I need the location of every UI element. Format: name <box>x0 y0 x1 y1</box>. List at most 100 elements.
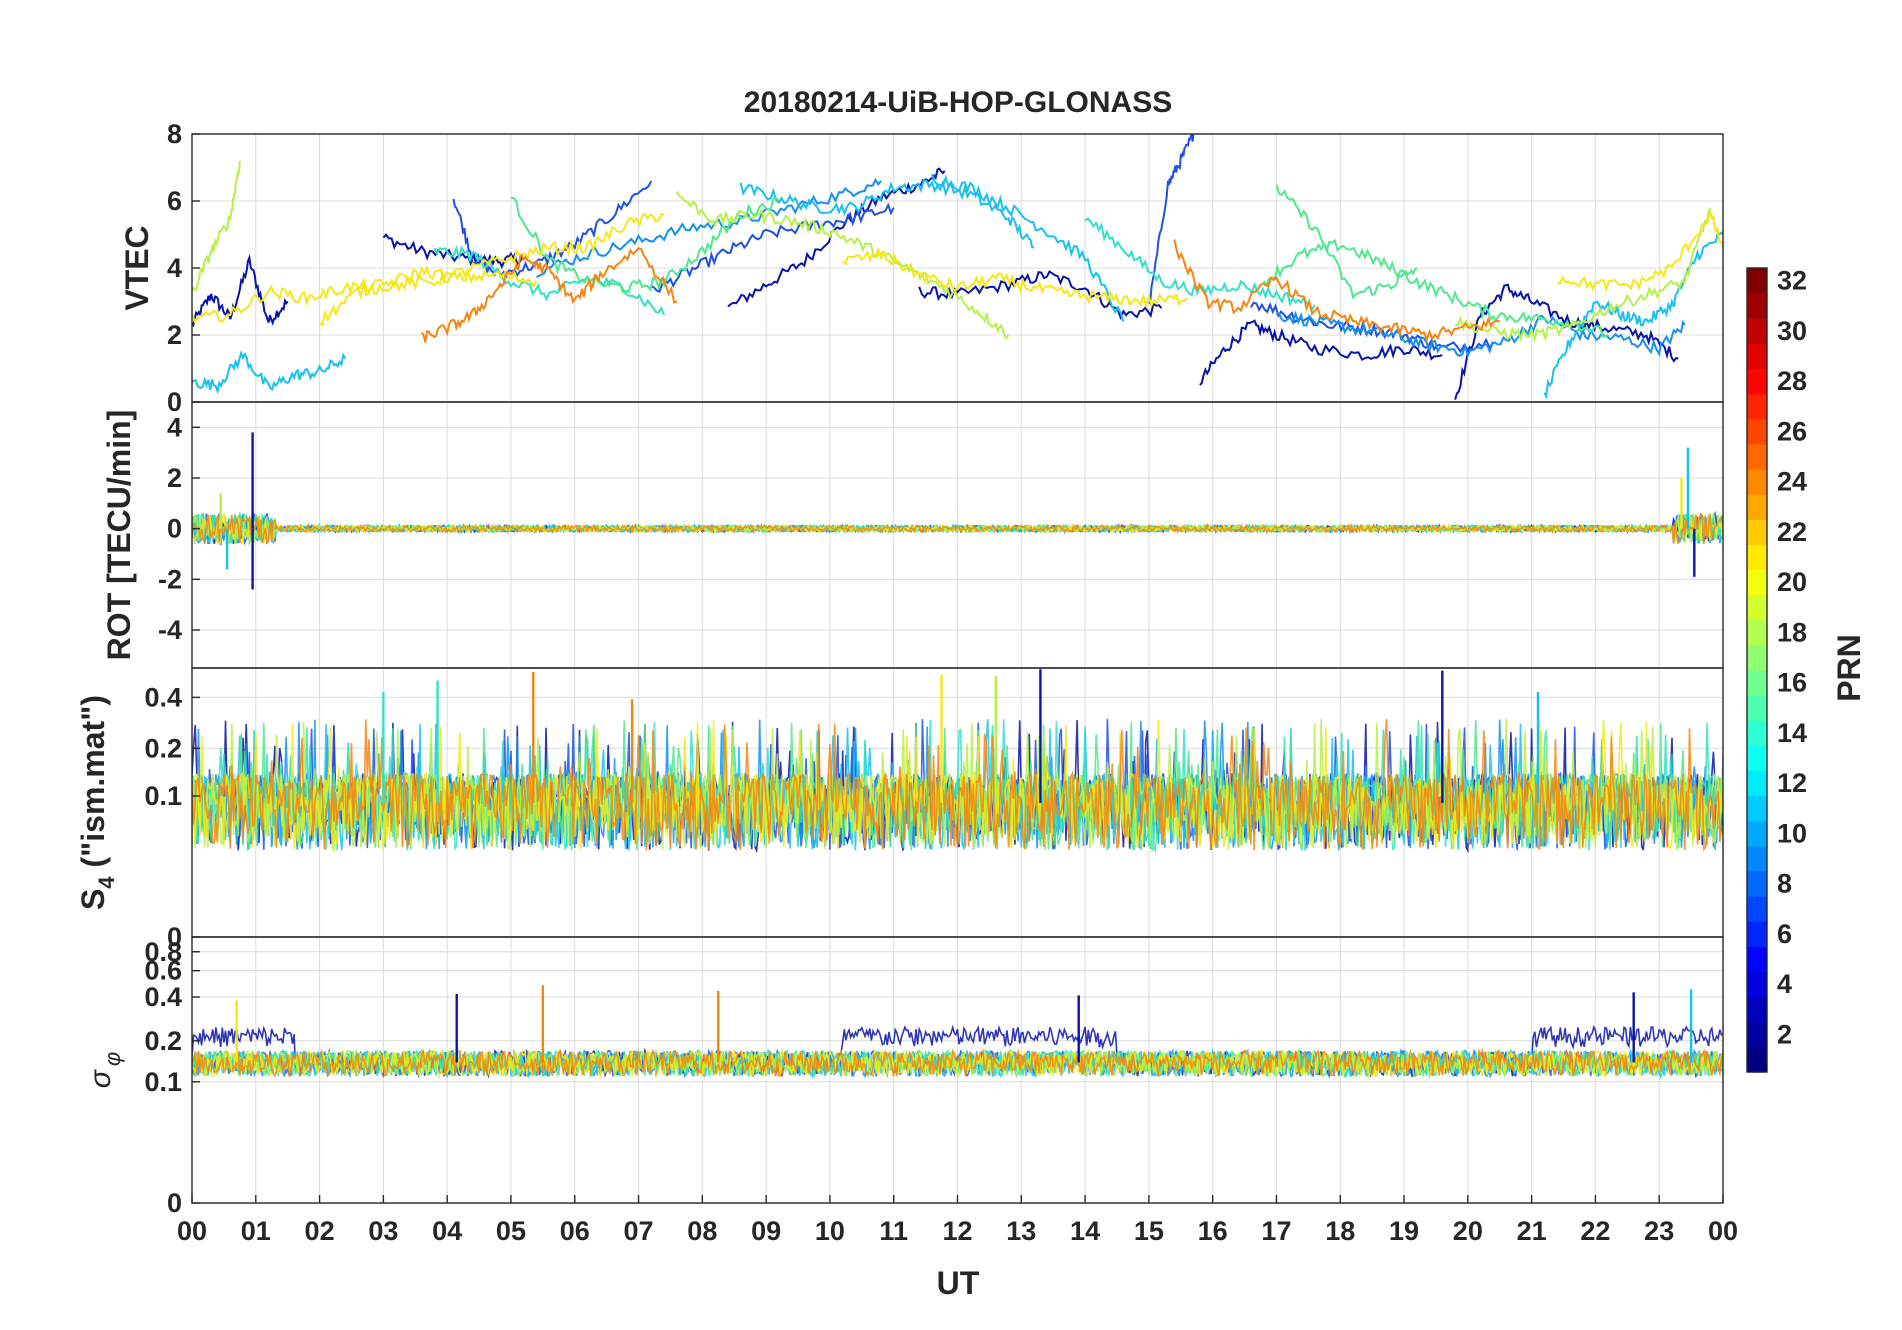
panel-rot: -4 -2 0 2 4 ROT [TECU/min] <box>101 401 1724 669</box>
x-tick-label: 04 <box>432 1216 462 1246</box>
x-tick-label: 11 <box>879 1216 908 1246</box>
vtec-series-prn-21 <box>842 246 1188 309</box>
colorbar-cell <box>1747 594 1767 621</box>
x-tick-label: 22 <box>1580 1216 1610 1246</box>
y-tick-label: 0 <box>167 514 182 544</box>
colorbar-cell <box>1747 996 1767 1023</box>
panel-s4: 00.10.20.4S4 ("ism.mat") <box>75 667 1724 952</box>
y-tick-label: -2 <box>158 564 182 594</box>
y-tick-label: 4 <box>167 253 182 283</box>
y-tick-labels-rot: -4 -2 0 2 4 <box>158 412 200 645</box>
x-tick-label: 06 <box>560 1216 590 1246</box>
x-tick-label: 10 <box>815 1216 845 1246</box>
colorbar-tick-label: 24 <box>1777 467 1807 497</box>
colorbar-cell <box>1747 393 1767 420</box>
x-tick-label: 01 <box>241 1216 271 1246</box>
colorbar-tick-label: 8 <box>1777 869 1792 899</box>
colorbar-cell <box>1747 971 1767 998</box>
vtec-series-prn-24 <box>1173 239 1501 343</box>
x-tick-label: 13 <box>1006 1216 1036 1246</box>
colorbar-tick-label: 2 <box>1777 1019 1792 1049</box>
colorbar-cell <box>1747 1021 1767 1048</box>
colorbar-tick-label: 30 <box>1777 316 1807 346</box>
colorbar-tick-label: 26 <box>1777 416 1807 446</box>
colorbar-cell <box>1747 770 1767 797</box>
colorbar-tick-label: 10 <box>1777 818 1807 848</box>
y-tick-label: 6 <box>167 186 182 216</box>
colorbar-label: PRN <box>1831 634 1867 702</box>
colorbar-cell <box>1747 443 1767 470</box>
x-tick-label: 03 <box>368 1216 398 1246</box>
colorbar-cell <box>1747 368 1767 395</box>
vtec-series-prn-21 <box>1556 210 1723 293</box>
grid-rot <box>192 402 1723 668</box>
y-tick-label: 0 <box>167 1188 182 1218</box>
colorbar-cell <box>1747 1046 1767 1073</box>
x-tick-label: 15 <box>1134 1216 1164 1246</box>
colorbar-cell <box>1747 469 1767 495</box>
colorbar-tick-label: 14 <box>1777 718 1807 748</box>
vtec-series-prn-18 <box>1454 207 1712 344</box>
colorbar-cell <box>1747 845 1767 872</box>
vtec-series-prn-18 <box>192 160 241 292</box>
colorbar-cell <box>1747 670 1767 696</box>
colorbar-cell <box>1747 418 1767 445</box>
x-tick-label: 19 <box>1389 1216 1419 1246</box>
x-tick-label: 23 <box>1644 1216 1674 1246</box>
colorbar-cell <box>1747 293 1767 319</box>
y-tick-labels-vtec: 02468 <box>167 119 200 417</box>
x-tick-label: 21 <box>1517 1216 1547 1246</box>
x-tick-label: 00 <box>1708 1216 1738 1246</box>
y-tick-label: 2 <box>167 320 182 350</box>
y-tick-label: 0.1 <box>144 1067 182 1097</box>
colorbar-cell <box>1747 494 1767 520</box>
chart-title: 20180214-UiB-HOP-GLONASS <box>744 86 1172 119</box>
panel-vtec: 02468VTEC <box>119 119 1724 417</box>
panel-sigma_phi: 00.10.20.40.60.8σφ <box>84 936 1724 1218</box>
colorbar-tick-label: 12 <box>1777 768 1807 798</box>
colorbar-tick-label: 32 <box>1777 266 1807 296</box>
y-tick-label: 0.8 <box>144 937 182 967</box>
colorbar-cell <box>1747 318 1767 344</box>
x-tick-label: 08 <box>687 1216 717 1246</box>
colorbar-cell <box>1747 268 1767 294</box>
y-tick-label: 0.1 <box>144 781 182 811</box>
y-tick-label: 0.4 <box>144 982 182 1012</box>
y-tick-label: -4 <box>158 615 182 645</box>
vtec-series-prn-11 <box>192 350 346 395</box>
colorbar: 2468101214161820222426283032 <box>1746 266 1807 1073</box>
vtec-series-prn-3 <box>382 233 524 270</box>
vtec-series-prn-13 <box>1084 217 1316 313</box>
x-tick-label: 07 <box>624 1216 654 1246</box>
colorbar-cell <box>1747 795 1767 822</box>
x-tick-label: 12 <box>942 1216 972 1246</box>
colorbar-cell <box>1747 619 1767 646</box>
colorbar-cell <box>1747 569 1767 596</box>
x-tick-label: 17 <box>1261 1216 1291 1246</box>
colorbar-cell <box>1747 544 1767 571</box>
vtec-series-prn-20 <box>319 212 665 327</box>
x-tick-label: 18 <box>1325 1216 1355 1246</box>
y-axis-label-vtec: VTEC <box>119 225 155 310</box>
colorbar-tick-label: 4 <box>1777 969 1792 999</box>
colorbar-tick-label: 22 <box>1777 517 1807 547</box>
y-tick-label: 0.2 <box>144 1026 182 1056</box>
vtec-series-prn-11 <box>739 178 1035 249</box>
x-axis-label: UT <box>937 1265 980 1301</box>
vtec-series-prn-18 <box>675 191 1010 340</box>
colorbar-cell <box>1747 519 1767 545</box>
colorbar-cell <box>1747 644 1767 671</box>
y-tick-label: 2 <box>167 463 182 493</box>
colorbar-cell <box>1747 343 1767 370</box>
colorbar-cell <box>1747 871 1767 897</box>
colorbar-cell <box>1747 720 1767 746</box>
colorbar-cell <box>1747 820 1767 847</box>
y-tick-label: 0.4 <box>144 682 182 712</box>
colorbar-tick-label: 20 <box>1777 567 1807 597</box>
vtec-series-prn-11 <box>1543 231 1723 400</box>
y-tick-label: 8 <box>167 119 182 149</box>
y-tick-label: 4 <box>167 412 182 442</box>
vtec-series-prn-7 <box>1250 301 1495 354</box>
x-tick-label: 09 <box>751 1216 781 1246</box>
x-tick-label: 20 <box>1453 1216 1483 1246</box>
